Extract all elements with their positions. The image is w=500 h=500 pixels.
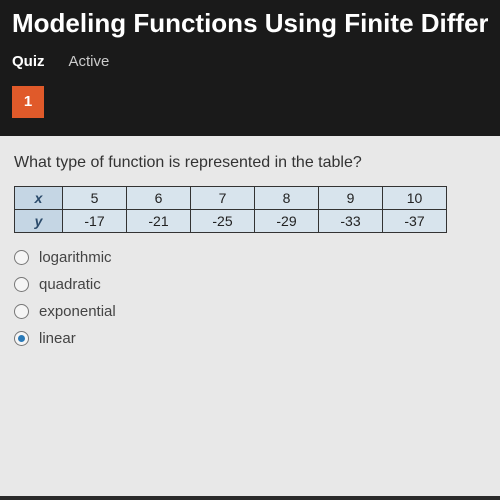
option-label: logarithmic [39, 249, 112, 266]
option-quadratic[interactable]: quadratic [14, 276, 486, 293]
tab-bar: Quiz Active [12, 39, 488, 80]
x-cell: 7 [191, 187, 255, 210]
page-title: Modeling Functions Using Finite Differ [12, 8, 488, 39]
question-nav: 1 [0, 80, 500, 136]
option-exponential[interactable]: exponential [14, 303, 486, 320]
y-cell: -29 [255, 210, 319, 233]
app-header: Modeling Functions Using Finite Differ Q… [0, 0, 500, 80]
option-linear[interactable]: linear [14, 330, 486, 347]
x-cell: 5 [63, 187, 127, 210]
y-cell: -17 [63, 210, 127, 233]
radio-icon [14, 304, 29, 319]
table-row: y -17 -21 -25 -29 -33 -37 [15, 210, 447, 233]
y-cell: -37 [383, 210, 447, 233]
y-cell: -33 [319, 210, 383, 233]
question-number-1[interactable]: 1 [12, 86, 44, 118]
x-cell: 10 [383, 187, 447, 210]
x-cell: 9 [319, 187, 383, 210]
radio-icon [14, 277, 29, 292]
option-label: linear [39, 330, 76, 347]
radio-icon [14, 331, 29, 346]
y-label: y [15, 210, 63, 233]
option-label: quadratic [39, 276, 101, 293]
option-label: exponential [39, 303, 116, 320]
tab-quiz[interactable]: Quiz [12, 53, 45, 70]
radio-icon [14, 250, 29, 265]
option-logarithmic[interactable]: logarithmic [14, 249, 486, 266]
answer-options: logarithmic quadratic exponential linear [14, 249, 486, 347]
y-cell: -25 [191, 210, 255, 233]
data-table: x 5 6 7 8 9 10 y -17 -21 -25 -29 -33 -37 [14, 186, 447, 233]
question-content: What type of function is represented in … [0, 136, 500, 496]
x-label: x [15, 187, 63, 210]
question-prompt: What type of function is represented in … [14, 154, 486, 172]
x-cell: 6 [127, 187, 191, 210]
tab-active[interactable]: Active [69, 53, 110, 70]
x-cell: 8 [255, 187, 319, 210]
table-row: x 5 6 7 8 9 10 [15, 187, 447, 210]
y-cell: -21 [127, 210, 191, 233]
